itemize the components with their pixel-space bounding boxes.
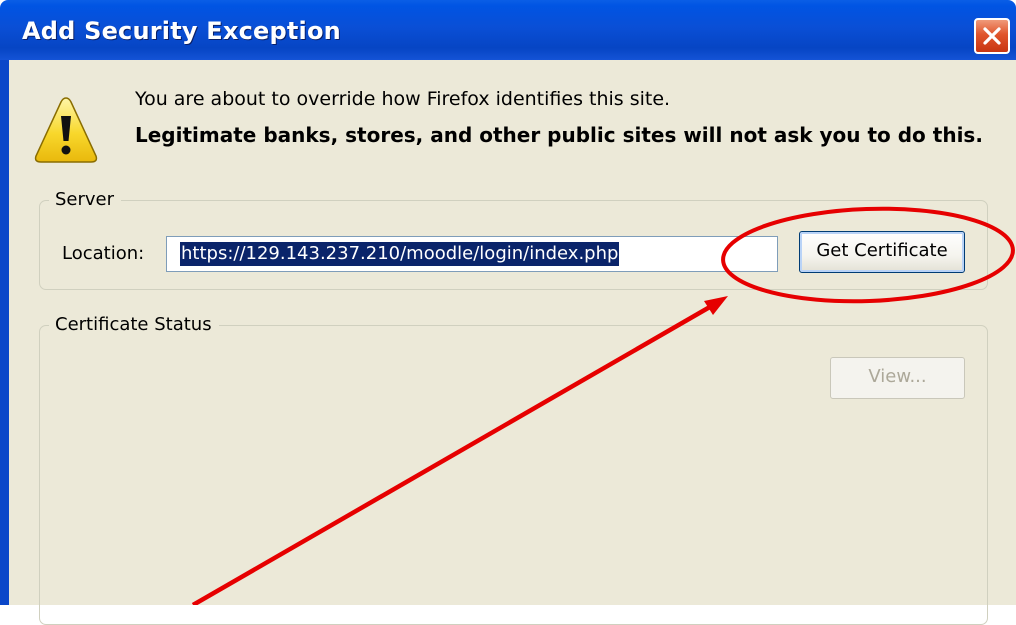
annotation-arrowhead (704, 296, 728, 315)
annotation-arrow (191, 302, 717, 605)
annotation-circle (721, 206, 1015, 304)
annotation-overlay (191, 206, 1015, 605)
